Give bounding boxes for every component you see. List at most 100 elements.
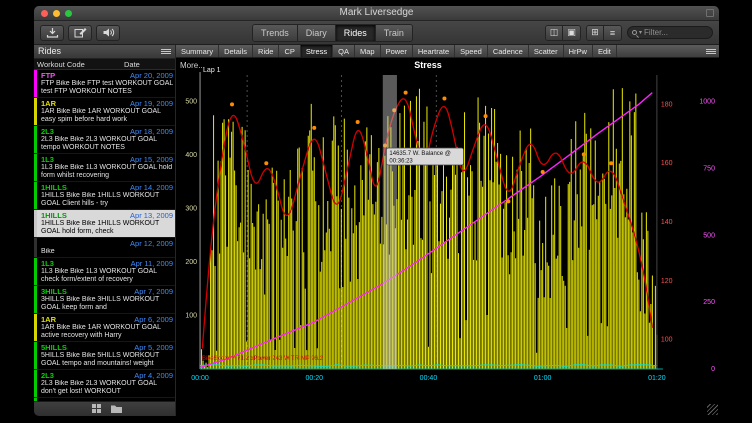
search-icon — [632, 30, 637, 35]
single-view-icon[interactable]: ▣ — [563, 26, 580, 40]
svg-text:500: 500 — [703, 232, 715, 239]
svg-text:0: 0 — [711, 366, 715, 373]
ride-color-strip — [34, 182, 37, 209]
folder-icon[interactable] — [111, 400, 122, 416]
ride-color-strip — [34, 258, 37, 285]
ride-row[interactable]: FTPApr 20, 2009FTP Bike Bike FTP test WO… — [34, 70, 175, 98]
view-tab-speed[interactable]: Speed — [455, 45, 488, 57]
ride-color-strip — [34, 286, 37, 313]
filter-input[interactable] — [644, 28, 708, 37]
ride-color-strip — [34, 70, 37, 97]
ride-list-column-headers[interactable]: Workout Code Date — [34, 59, 175, 70]
svg-text:Lap 1: Lap 1 — [203, 67, 221, 74]
main-pane: SummaryDetailsRideCPStressQAMapPowerHear… — [176, 45, 719, 416]
ride-date: Apr 20, 2009 — [130, 71, 173, 80]
workout-code: 1HILLS — [41, 183, 130, 192]
ride-date: Apr 14, 2009 — [130, 183, 173, 192]
ride-date: Apr 13, 2009 — [130, 211, 173, 220]
stress-plot[interactable]: 1002003004005001001201401601800250500750… — [176, 58, 719, 416]
ride-row[interactable]: Apr 12, 2009Bike — [34, 238, 175, 258]
ride-color-strip — [34, 398, 37, 401]
svg-text:14635.7 W. Balance @: 14635.7 W. Balance @ — [389, 151, 451, 157]
view-tab-scatter[interactable]: Scatter — [529, 45, 564, 57]
ride-color-strip — [34, 314, 37, 341]
ride-desc: 1HILLS Bike Bike 1HILLS WORKOUT GOAL Cli… — [41, 192, 173, 208]
minimize-button[interactable] — [53, 10, 60, 17]
ride-desc: 3HILLS Bike Bike 3HILLS WORKOUT GOAL kee… — [41, 296, 173, 312]
fullscreen-icon[interactable] — [706, 9, 714, 17]
ride-desc: 1L3 Bike Bike 1L3 WORKOUT GOAL check for… — [41, 268, 173, 284]
list-view-icon[interactable]: ≡ — [604, 26, 621, 40]
layout-toggle-group-2: ⊞ ≡ — [586, 25, 622, 41]
workout-code: 1AR — [41, 315, 134, 324]
workout-code: 5HILLS — [41, 343, 134, 352]
sidebar-menu-icon[interactable] — [161, 49, 171, 54]
svg-text:140: 140 — [661, 219, 673, 226]
ride-row[interactable]: 2L3Apr 18, 20092L3 Bike Bike 2L3 WORKOUT… — [34, 126, 175, 154]
ride-desc: 5HILLS Bike Bike 5HILLS WORKOUT GOAL tem… — [41, 352, 173, 368]
compose-icon — [74, 27, 87, 38]
app-tab-trends[interactable]: Trends — [253, 25, 298, 41]
view-tab-cadence[interactable]: Cadence — [488, 45, 529, 57]
view-tab-summary[interactable]: Summary — [176, 45, 219, 57]
ride-desc: 2L3 Bike Bike 2L3 WORKOUT GOAL don't get… — [41, 380, 173, 396]
download-icon — [46, 27, 59, 38]
view-tab-hrpw[interactable]: HrPw — [564, 45, 593, 57]
ride-date: Apr 4, 2009 — [134, 371, 173, 380]
workout-code: 1L3 — [41, 259, 131, 268]
app-tab-diary[interactable]: Diary — [298, 25, 336, 41]
app-tab-rides[interactable]: Rides — [336, 25, 376, 41]
ride-desc: 1L3 Bike Bike 1L3 WORKOUT GOAL hold form… — [41, 164, 173, 180]
view-tab-qa[interactable]: QA — [333, 45, 355, 57]
view-tab-stress[interactable]: Stress — [301, 45, 333, 57]
view-tab-edit[interactable]: Edit — [593, 45, 617, 57]
audio-button[interactable] — [96, 25, 120, 41]
svg-text:750: 750 — [703, 166, 715, 173]
ride-row[interactable]: 1ARApr 19, 20091AR Bike Bike 1AR WORKOUT… — [34, 98, 175, 126]
tile-view-icon[interactable]: ⊞ — [587, 26, 604, 40]
view-menu-icon[interactable] — [706, 49, 716, 54]
ride-date: Apr 11, 2009 — [131, 259, 173, 268]
view-tab-ride[interactable]: Ride — [253, 45, 279, 57]
view-tab-power[interactable]: Power — [381, 45, 413, 57]
column-header-workout-code[interactable]: Workout Code — [37, 60, 124, 69]
workout-code: FTP — [41, 71, 130, 80]
zoom-button[interactable] — [65, 10, 72, 17]
ride-row[interactable]: 1L3Apr 15, 20091L3 Bike Bike 1L3 WORKOUT… — [34, 154, 175, 182]
svg-text:400: 400 — [185, 152, 197, 159]
view-tab-heartrate[interactable]: Heartrate — [413, 45, 455, 57]
titlebar[interactable]: Mark Liversedge — [34, 6, 719, 21]
ride-color-strip — [34, 154, 37, 181]
split-view-icon[interactable]: ◫ — [546, 26, 563, 40]
download-activity-button[interactable] — [40, 25, 64, 41]
workout-code: 3HILLS — [41, 287, 134, 296]
ride-row[interactable]: 1HILLSApr 14, 20091HILLS Bike Bike 1HILL… — [34, 182, 175, 210]
sidebar-title: Rides — [38, 45, 161, 58]
ride-desc: FTP Bike Bike FTP test WORKOUT GOAL test… — [41, 80, 173, 96]
ride-row[interactable]: 1L3Apr 11, 20091L3 Bike Bike 1L3 WORKOUT… — [34, 258, 175, 286]
ride-date: Apr 12, 2009 — [130, 239, 173, 248]
toolbar: TrendsDiaryRidesTrain ◫ ▣ ⊞ ≡ ▾ — [34, 21, 719, 45]
resize-grip[interactable] — [707, 404, 718, 415]
thumbnails-icon[interactable] — [92, 400, 101, 416]
column-header-date[interactable]: Date — [124, 60, 172, 69]
close-button[interactable] — [41, 10, 48, 17]
ride-list[interactable]: FTPApr 20, 2009FTP Bike Bike FTP test WO… — [34, 70, 175, 401]
workout-code: 1HILLS — [41, 211, 130, 220]
app-tab-train[interactable]: Train — [376, 25, 412, 41]
view-tab-details[interactable]: Details — [219, 45, 253, 57]
ride-row[interactable]: 1HILLSApr 13, 20091HILLS Bike Bike 1HILL… — [34, 210, 175, 238]
svg-text:500: 500 — [185, 99, 197, 106]
view-tab-cp[interactable]: CP — [279, 45, 300, 57]
ride-row[interactable]: 1ARApr 6, 20091AR Bike Bike 1AR WORKOUT … — [34, 314, 175, 342]
stress-chart[interactable]: More... Stress 1002003004005001001201401… — [176, 58, 719, 416]
ride-row[interactable]: 1L3Apr 3, 20091L3 Bike Bike 1L3 WORKOUT — [34, 398, 175, 401]
ride-row[interactable]: 2L3Apr 4, 20092L3 Bike Bike 2L3 WORKOUT … — [34, 370, 175, 398]
compose-activity-button[interactable] — [68, 25, 92, 41]
sidebar-header[interactable]: Rides — [34, 45, 175, 59]
ride-row[interactable]: 5HILLSApr 5, 20095HILLS Bike Bike 5HILLS… — [34, 342, 175, 370]
view-tab-map[interactable]: Map — [355, 45, 381, 57]
ride-row[interactable]: 3HILLSApr 7, 20093HILLS Bike Bike 3HILLS… — [34, 286, 175, 314]
svg-text:1000: 1000 — [699, 99, 715, 106]
filter-field[interactable]: ▾ — [627, 26, 713, 39]
